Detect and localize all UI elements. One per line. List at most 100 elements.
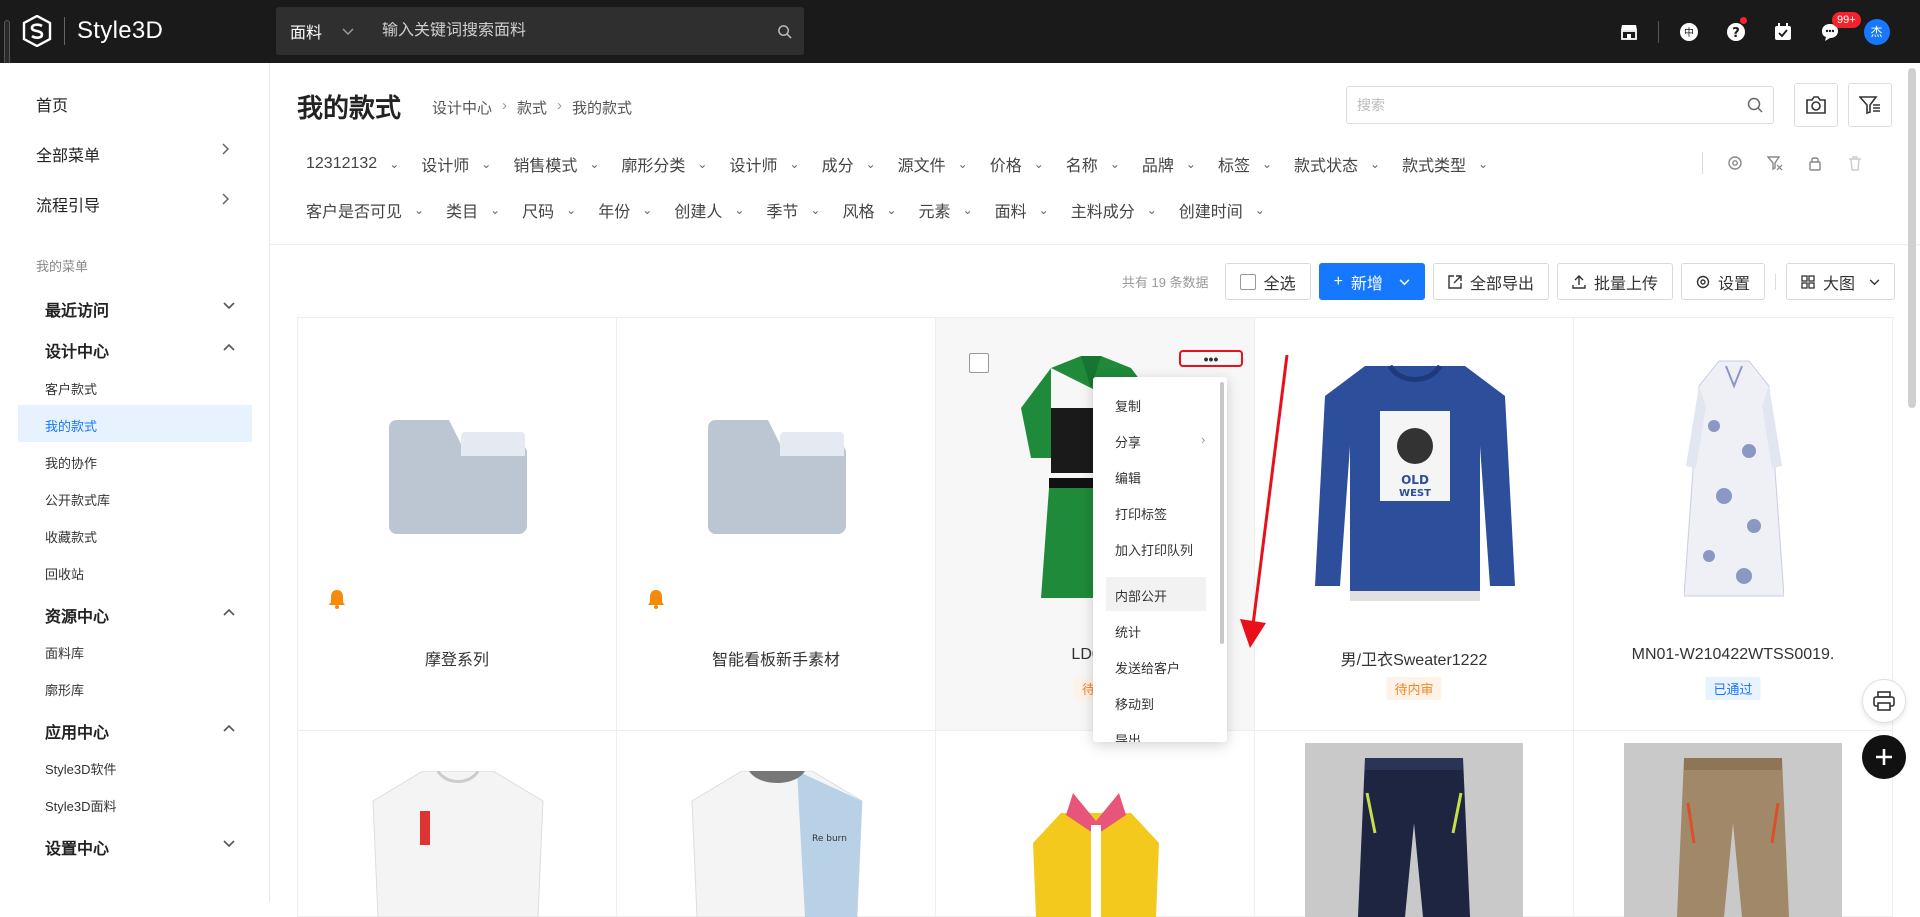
- eye-settings-icon[interactable]: [1727, 155, 1743, 171]
- sidebar-group-recent[interactable]: 最近访问: [45, 297, 235, 321]
- settings-button[interactable]: 设置: [1680, 263, 1765, 300]
- filter-dropdown[interactable]: 源文件 ⌄: [898, 152, 968, 176]
- filter-dropdown[interactable]: 年份 ⌄: [598, 198, 652, 222]
- filter-dropdown[interactable]: 成分 ⌄: [822, 152, 876, 176]
- sidebar-item-silhouette-library[interactable]: 廓形库: [45, 680, 84, 699]
- filter-button[interactable]: [1848, 83, 1892, 127]
- card-checkbox[interactable]: [969, 353, 989, 373]
- breadcrumb-item[interactable]: 设计中心: [432, 97, 492, 118]
- filter-dropdown[interactable]: 款式类型 ⌄: [1402, 152, 1488, 176]
- avatar[interactable]: 杰: [1863, 18, 1890, 45]
- language-icon[interactable]: 中: [1665, 0, 1712, 63]
- search-icon[interactable]: [1737, 97, 1773, 113]
- menu-item-edit[interactable]: 编辑: [1115, 468, 1141, 487]
- filter-dropdown[interactable]: 廓形分类 ⌄: [621, 152, 707, 176]
- select-all-button[interactable]: 全选: [1224, 263, 1311, 300]
- view-mode-select[interactable]: 大图: [1785, 263, 1895, 300]
- style-card[interactable]: [1574, 731, 1893, 917]
- filter-dropdown[interactable]: 元素 ⌄: [919, 198, 973, 222]
- clear-filter-icon[interactable]: [1767, 155, 1783, 171]
- sidebar-item-home[interactable]: 首页: [36, 92, 68, 116]
- filter-label: 款式状态: [1294, 158, 1359, 175]
- sidebar-item-my-styles[interactable]: 我的款式: [45, 416, 97, 435]
- store-icon[interactable]: [1605, 0, 1652, 63]
- menu-item-copy[interactable]: 复制: [1115, 396, 1141, 415]
- filter-dropdown[interactable]: 品牌 ⌄: [1142, 152, 1196, 176]
- page-scrollbar[interactable]: [1908, 68, 1916, 408]
- sidebar-item-my-collab[interactable]: 我的协作: [45, 453, 97, 472]
- user-menu[interactable]: 杰: [1853, 0, 1900, 63]
- add-float-button[interactable]: [1862, 735, 1906, 779]
- filter-dropdown[interactable]: 12312132 ⌄: [306, 152, 399, 176]
- sidebar-item-fabric-library[interactable]: 面料库: [45, 643, 84, 662]
- sidebar-item-all-menu[interactable]: 全部菜单: [36, 142, 230, 166]
- folder-card[interactable]: 摩登系列: [298, 318, 617, 731]
- filter-dropdown[interactable]: 面料 ⌄: [995, 198, 1049, 222]
- filter-dropdown[interactable]: 季节 ⌄: [766, 198, 820, 222]
- delete-icon[interactable]: [1847, 155, 1863, 171]
- filter-dropdown[interactable]: 尺码 ⌄: [522, 198, 576, 222]
- filter-row-1: 12312132 ⌄ 设计师 ⌄ 销售模式 ⌄ 廓形分类 ⌄ 设计师 ⌄ 成分 ⌄ 源文件 ⌄…: [306, 152, 1510, 176]
- filter-dropdown[interactable]: 价格 ⌄: [990, 152, 1044, 176]
- style-card[interactable]: [298, 731, 617, 917]
- menu-item-move-to[interactable]: 移动到: [1115, 694, 1154, 713]
- filter-dropdown[interactable]: 类目 ⌄: [446, 198, 500, 222]
- svg-text:OLD: OLD: [1401, 473, 1429, 487]
- sidebar-item-favorites[interactable]: 收藏款式: [45, 527, 97, 546]
- sidebar-group-app-center[interactable]: 应用中心: [45, 719, 235, 743]
- filter-dropdown[interactable]: 设计师 ⌄: [421, 152, 491, 176]
- filter-dropdown[interactable]: 销售模式 ⌄: [513, 152, 599, 176]
- filter-dropdown[interactable]: 创建时间 ⌄: [1179, 198, 1265, 222]
- chevron-down-icon: ⌄: [697, 157, 708, 171]
- global-search-input[interactable]: [382, 22, 764, 40]
- filter-dropdown[interactable]: 标签 ⌄: [1218, 152, 1272, 176]
- chevron-down-icon: ⌄: [1146, 203, 1157, 217]
- chevron-down-icon[interactable]: [342, 23, 382, 39]
- menu-item-print-label[interactable]: 打印标签: [1115, 504, 1167, 523]
- print-float-button[interactable]: [1862, 679, 1906, 723]
- style-card[interactable]: [936, 731, 1255, 917]
- task-icon[interactable]: [1759, 0, 1806, 63]
- sidebar-group-design-center[interactable]: 设计中心: [45, 338, 235, 362]
- sidebar-item-process-guide[interactable]: 流程引导: [36, 192, 230, 216]
- menu-item-stats[interactable]: 统计: [1115, 622, 1141, 641]
- batch-upload-button[interactable]: 批量上传: [1556, 263, 1673, 300]
- filter-dropdown[interactable]: 名称 ⌄: [1066, 152, 1120, 176]
- folder-card[interactable]: 智能看板新手素材: [617, 318, 936, 731]
- filter-dropdown[interactable]: 客户是否可见 ⌄: [306, 198, 424, 222]
- camera-search-button[interactable]: [1794, 83, 1838, 127]
- help-icon[interactable]: ?: [1712, 0, 1759, 63]
- menu-item-internal-public[interactable]: 内部公开: [1115, 586, 1167, 605]
- filter-dropdown[interactable]: 主料成分 ⌄: [1071, 198, 1157, 222]
- search-category-select[interactable]: 面料: [276, 19, 342, 43]
- style-search-input[interactable]: [1347, 97, 1737, 113]
- sidebar-group-settings-center[interactable]: 设置中心: [45, 835, 235, 859]
- menu-item-export[interactable]: 导出: [1115, 730, 1141, 742]
- folder-icon: [708, 420, 846, 534]
- checkbox[interactable]: [1239, 273, 1256, 290]
- style-card[interactable]: [1255, 731, 1574, 917]
- breadcrumb-item[interactable]: 款式: [517, 97, 547, 118]
- export-all-button[interactable]: 全部导出: [1432, 263, 1549, 300]
- sidebar-item-customer-styles[interactable]: 客户款式: [45, 379, 97, 398]
- sidebar-item-recycle-bin[interactable]: 回收站: [45, 564, 84, 583]
- search-icon[interactable]: [764, 24, 804, 39]
- filter-dropdown[interactable]: 设计师 ⌄: [729, 152, 799, 176]
- sidebar-item-style3d-software[interactable]: Style3D软件: [45, 759, 117, 778]
- add-button[interactable]: + 新增: [1318, 263, 1425, 300]
- camera-icon: [1806, 96, 1826, 114]
- filter-dropdown[interactable]: 风格 ⌄: [842, 198, 896, 222]
- chevron-down-icon: ⌄: [481, 157, 492, 171]
- style-card[interactable]: Re burn: [617, 731, 936, 917]
- filter-label: 面料: [994, 204, 1027, 221]
- filter-dropdown[interactable]: 款式状态 ⌄: [1294, 152, 1380, 176]
- sidebar-item-public-library[interactable]: 公开款式库: [45, 490, 110, 509]
- sidebar-group-resource-center[interactable]: 资源中心: [45, 603, 235, 627]
- lock-icon[interactable]: [1807, 155, 1823, 171]
- sidebar-item-style3d-fabric[interactable]: Style3D面料: [45, 796, 117, 815]
- bell-icon: [329, 590, 345, 609]
- message-icon[interactable]: 99+: [1806, 0, 1861, 63]
- app-logo[interactable]: Style3D: [22, 14, 163, 48]
- filter-dropdown[interactable]: 创建人 ⌄: [674, 198, 744, 222]
- style-card[interactable]: MN01-W210422WTSS0019. 已通过: [1574, 318, 1893, 731]
